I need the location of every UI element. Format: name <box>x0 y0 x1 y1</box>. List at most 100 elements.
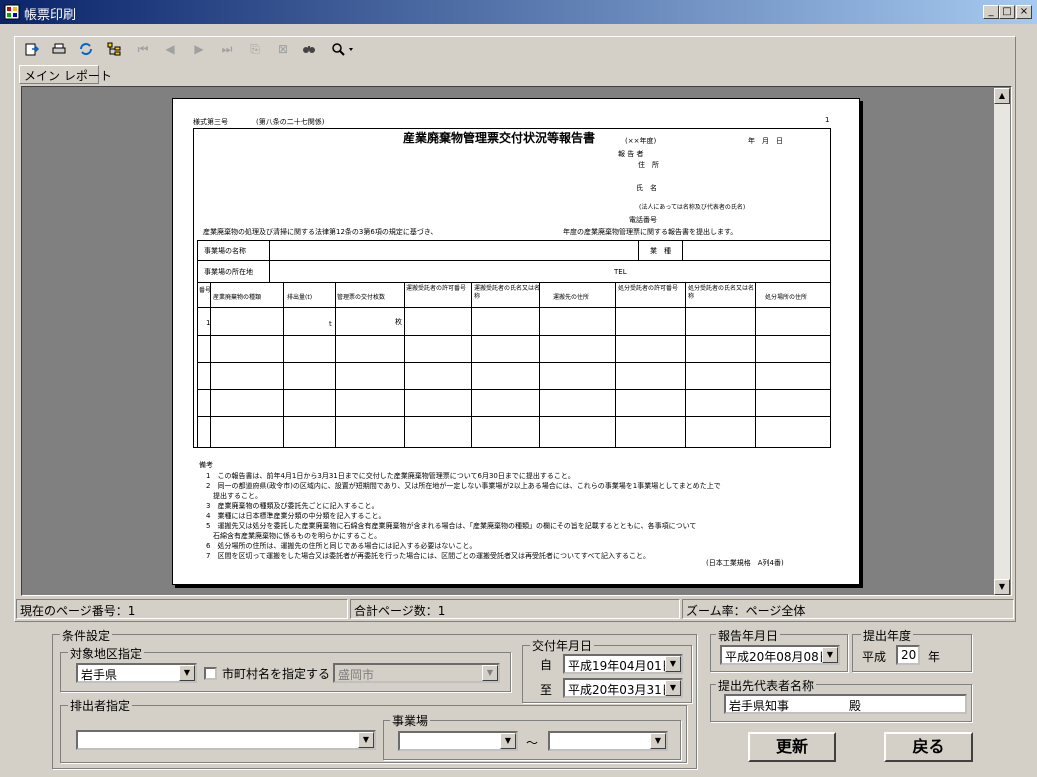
emitter-select[interactable]: ▼ <box>76 730 376 750</box>
first-page-icon[interactable]: ⏮ <box>134 40 152 58</box>
chevron-down-icon[interactable]: ▼ <box>665 680 681 696</box>
prefecture-value: 岩手県 <box>81 668 118 682</box>
chevron-down-icon[interactable]: ▼ <box>500 733 516 749</box>
col-header: 運搬受託者の許可番号 <box>406 285 467 292</box>
conditions-label: 条件設定 <box>60 627 113 644</box>
chevron-down-icon[interactable]: ▼ <box>650 733 666 749</box>
recipient-input[interactable]: 岩手県知事 殿 <box>724 694 967 714</box>
report-table-grid <box>197 240 831 448</box>
col-header: 産業廃棄物の種類 <box>213 294 262 301</box>
city-value: 盛岡市 <box>338 668 375 682</box>
title-bar: 帳票印刷 _ □ × <box>0 0 1037 24</box>
unit-t: t <box>329 320 332 328</box>
recipient-label: 提出先代表者名称 <box>716 677 817 694</box>
report-date-value: 平成20年08月08日 <box>725 650 831 664</box>
fiscal-year-unit: 年 <box>928 650 941 664</box>
note-line: 7 区間を区切って運搬をした場合又は委託者が再委託を行った場合には、区間ごとの運… <box>206 552 651 560</box>
zoom-dropdown-icon[interactable] <box>330 40 356 58</box>
col-header: 処分受託者の許可番号 <box>618 285 679 292</box>
fiscal-era-label: 平成 <box>862 650 887 664</box>
note-line: 1 この報告書は、前年4月1日から3月31日までに交付した産業廃棄物管理票につい… <box>206 472 575 480</box>
area-label: 対象地区指定 <box>68 645 145 662</box>
refresh-icon[interactable] <box>77 40 95 58</box>
back-button[interactable]: 戻る <box>884 732 973 762</box>
scroll-down-icon[interactable]: ▼ <box>994 579 1010 595</box>
tab-main-report[interactable]: メイン レポート <box>19 65 112 84</box>
current-page-status: 現在のページ番号：1 <box>16 599 348 619</box>
site-from-select[interactable]: ▼ <box>398 731 518 751</box>
fiscal-era: (××年度) <box>625 137 657 145</box>
stop-icon[interactable]: ⊠ <box>274 40 292 58</box>
name-label: 氏 名 <box>636 184 657 192</box>
site-address-label: 事業場の所在地 <box>204 268 253 276</box>
col-header: 排出量(t) <box>287 294 313 301</box>
tel-label: TEL <box>614 268 627 276</box>
issue-to-value: 平成20年03月31日 <box>568 683 674 697</box>
report-date-select[interactable]: 平成20年08月08日 ▼ <box>720 645 840 665</box>
minimize-button[interactable]: _ <box>983 5 999 19</box>
col-header: 運搬先の住所 <box>553 294 590 301</box>
prefecture-select[interactable]: 岩手県 ▼ <box>76 663 197 683</box>
chevron-down-icon[interactable]: ▼ <box>179 665 195 681</box>
last-page-icon[interactable]: ⏭ <box>218 40 236 58</box>
form-number: 様式第三号 <box>193 118 228 126</box>
chevron-down-icon[interactable]: ▼ <box>358 732 374 748</box>
site-label: 事業場 <box>390 712 431 729</box>
print-icon[interactable] <box>50 40 68 58</box>
reporter-label: 報 告 者 <box>618 150 644 158</box>
scroll-up-icon[interactable]: ▲ <box>994 88 1010 104</box>
report-date-line: 年 月 日 <box>748 137 783 145</box>
export-icon[interactable] <box>23 40 41 58</box>
report-page-number: 1 <box>825 116 830 124</box>
app-icon <box>4 4 20 20</box>
col-header: 処分場所の住所 <box>765 294 808 301</box>
city-select[interactable]: 盛岡市 ▼ <box>333 663 500 683</box>
address-label: 住 所 <box>638 161 659 169</box>
group-tree-icon[interactable] <box>105 40 123 58</box>
note-line: 4 業種には日本標準産業分類の中分類を記入すること。 <box>206 512 386 520</box>
from-label: 自 <box>540 658 553 672</box>
phone-label: 電話番号 <box>629 216 657 224</box>
status-bar: 現在のページ番号：1 合計ページ数：1 ズーム率：ページ全体 <box>16 599 1014 619</box>
notes-list: 1 この報告書は、前年4月1日から3月31日までに交付した産業廃棄物管理票につい… <box>206 471 721 561</box>
note-line: 提出すること。 <box>206 492 262 500</box>
fiscal-year-input[interactable]: 20 <box>896 645 920 665</box>
report-page: 様式第三号 (第八条の二十七関係) 1 産業廃棄物管理票交付状況等報告書 (××… <box>172 98 860 585</box>
city-checkbox[interactable] <box>204 667 217 680</box>
col-header: 管理票の交付枚数 <box>337 294 386 301</box>
corp-note: (法人にあっては名称及び代表者の氏名) <box>639 204 746 211</box>
intro-right: 年度の産業廃棄物管理票に関する報告書を提出します。 <box>563 228 738 236</box>
prev-page-icon[interactable]: ◀ <box>161 40 179 58</box>
chevron-down-icon[interactable]: ▼ <box>665 656 681 672</box>
col-header: 処分受託者の氏名又は名称 <box>688 285 755 300</box>
goto-page-icon[interactable]: ⎘ <box>246 40 264 58</box>
search-icon[interactable] <box>300 40 318 58</box>
unit-mai: 枚 <box>395 318 402 326</box>
fiscal-year-label: 提出年度 <box>861 627 914 644</box>
window-title: 帳票印刷 <box>24 8 77 23</box>
note-line: 5 運搬先又は処分を委託した産業廃棄物に石綿含有産業廃棄物が含まれる場合は、「産… <box>206 522 697 530</box>
report-date-label: 報告年月日 <box>716 627 781 644</box>
tilde-separator: ～ <box>526 736 539 750</box>
issue-from-value: 平成19年04月01日 <box>568 659 674 673</box>
next-page-icon[interactable]: ▶ <box>190 40 208 58</box>
intro-left: 産業廃棄物の処理及び清掃に関する法律第12条の3第6項の規定に基づき、 <box>203 228 438 236</box>
chevron-down-icon[interactable]: ▼ <box>482 665 498 681</box>
close-button[interactable]: × <box>1016 5 1032 19</box>
law-reference: (第八条の二十七関係) <box>256 118 325 126</box>
to-label: 至 <box>540 683 553 697</box>
chevron-down-icon[interactable]: ▼ <box>822 647 838 663</box>
issue-from-date[interactable]: 平成19年04月01日 ▼ <box>563 654 683 674</box>
report-title: 産業廃棄物管理票交付状況等報告書 <box>403 131 596 145</box>
col-header: 運搬受託者の氏名又は名称 <box>474 285 541 300</box>
issue-to-date[interactable]: 平成20年03月31日 ▼ <box>563 678 683 698</box>
issue-date-label: 交付年月日 <box>530 637 595 654</box>
report-footer: (日本工業規格 A列4番) <box>706 559 784 567</box>
col-header: 番号 <box>199 287 212 294</box>
notes-title: 備考 <box>199 461 213 469</box>
update-button[interactable]: 更新 <box>748 732 836 762</box>
vertical-scrollbar[interactable]: ▲ ▼ <box>994 88 1010 595</box>
maximize-button[interactable]: □ <box>999 5 1015 19</box>
site-to-select[interactable]: ▼ <box>548 731 668 751</box>
note-line: 6 処分場所の住所は、運搬先の住所と同じである場合には記入する必要はないこと。 <box>206 542 477 550</box>
